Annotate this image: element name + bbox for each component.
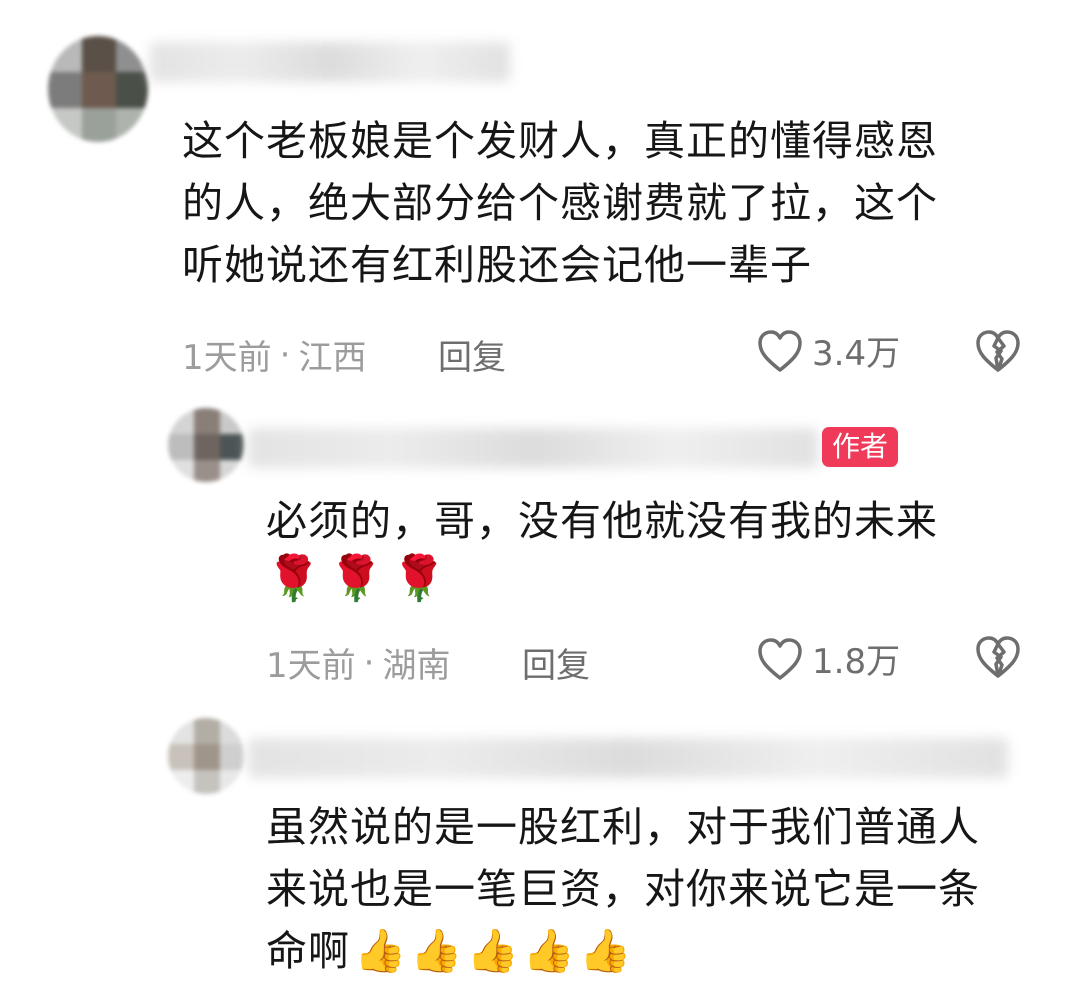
username-blurred[interactable] [248, 428, 818, 468]
heart-outline-icon [758, 329, 802, 372]
avatar[interactable] [168, 718, 244, 794]
like-count: 1.8万 [812, 642, 901, 682]
like-button[interactable]: 1.8万 [756, 634, 900, 683]
reply-button[interactable]: 回复 [438, 330, 506, 379]
like-count: 3.4万 [812, 334, 901, 374]
comment-text: 这个老板娘是个发财人，真正的懂得感恩 的人，绝大部分给个感谢费就了拉，这个 听她… [182, 117, 938, 289]
meta-separator: · [279, 334, 291, 375]
reply-button[interactable]: 回复 [522, 638, 590, 687]
author-badge: 作者 [822, 427, 899, 467]
like-button[interactable]: 3.4万 [756, 326, 900, 375]
broken-heart-icon[interactable] [974, 634, 1022, 680]
avatar[interactable] [168, 408, 244, 482]
timestamp: 1天前 [182, 338, 272, 378]
heart-outline-icon [758, 637, 802, 680]
comment-meta: 1天前 · 江西 [182, 330, 366, 379]
timestamp: 1天前 [266, 646, 356, 686]
username-blurred[interactable] [248, 738, 1008, 778]
comment-text: 虽然说的是一股红利，对于我们普通人 来说也是一笔巨资，对你来说它是一条 命啊 👍… [266, 796, 1056, 982]
rose-emoji: 🌹🌹🌹 [266, 553, 455, 604]
broken-heart-icon[interactable] [974, 328, 1022, 374]
location: 湖南 [382, 646, 451, 686]
username-blurred[interactable] [150, 42, 510, 82]
comment-text: 必须的，哥，没有他就没有我的未来 [266, 497, 938, 545]
comment-meta: 1天前 · 湖南 [266, 638, 450, 687]
location: 江西 [298, 338, 367, 378]
meta-separator: · [363, 642, 375, 683]
avatar[interactable] [48, 36, 148, 142]
